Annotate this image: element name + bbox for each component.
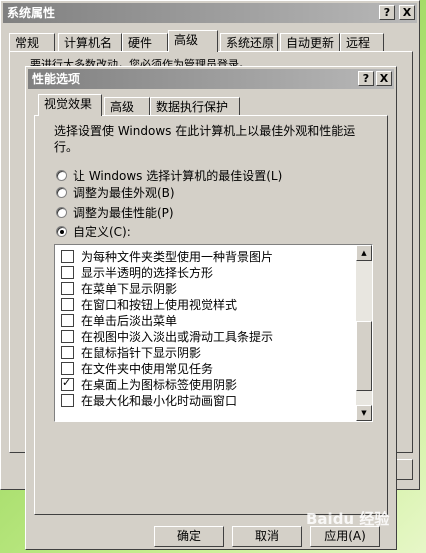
tab-general[interactable]: 常规 bbox=[9, 33, 55, 52]
apply-button[interactable]: 应用(A) bbox=[310, 526, 380, 547]
radio-custom[interactable]: 自定义(C): bbox=[56, 223, 131, 239]
tab-perf-advanced[interactable]: 高级 bbox=[104, 97, 150, 116]
radio-label: 让 Windows 选择计算机的最佳设置(L) bbox=[73, 168, 283, 183]
scroll-thumb[interactable] bbox=[356, 321, 372, 391]
tab-hardware[interactable]: 硬件 bbox=[122, 33, 168, 52]
tab-computer-name[interactable]: 计算机名 bbox=[58, 33, 122, 52]
checkbox[interactable] bbox=[61, 297, 74, 311]
vertical-scrollbar[interactable]: ▲ ▼ bbox=[356, 245, 372, 421]
checkbox[interactable]: ✓ bbox=[61, 376, 74, 391]
checkbox[interactable] bbox=[61, 345, 74, 359]
list-item[interactable]: 为每种文件夹类型使用一种背景图片 bbox=[61, 248, 273, 264]
ok-button[interactable]: 确定 bbox=[154, 526, 224, 547]
radio-button bbox=[56, 169, 67, 181]
tab-visual-effects[interactable]: 视觉效果 bbox=[38, 94, 102, 116]
visual-effects-list[interactable]: 为每种文件夹类型使用一种背景图片 显示半透明的选择长方形 在菜单下显示阴影 在窗… bbox=[54, 244, 373, 422]
checkbox[interactable] bbox=[61, 393, 74, 407]
checkbox[interactable] bbox=[61, 361, 74, 375]
radio-label: 调整为最佳外观(B) bbox=[73, 185, 175, 200]
tab-dep[interactable]: 数据执行保护 bbox=[150, 97, 240, 116]
cancel-button[interactable]: 取消 bbox=[232, 526, 302, 547]
radio-best-appearance[interactable]: 调整为最佳外观(B) bbox=[56, 184, 175, 200]
tab-advanced[interactable]: 高级 bbox=[168, 30, 218, 52]
tab-auto-update[interactable]: 自动更新 bbox=[280, 33, 340, 52]
list-item[interactable]: 在最大化和最小化时动画窗口 bbox=[61, 392, 237, 408]
description: 选择设置使 Windows 在此计算机上以最佳外观和性能运行。 bbox=[54, 124, 356, 154]
scroll-down-button[interactable]: ▼ bbox=[356, 405, 372, 421]
list-item[interactable]: 显示半透明的选择长方形 bbox=[61, 264, 213, 280]
radio-button bbox=[56, 225, 67, 237]
scroll-up-button[interactable]: ▲ bbox=[356, 245, 372, 261]
tab-remote[interactable]: 远程 bbox=[340, 33, 384, 52]
list-item[interactable]: ✓ 在桌面上为图标标签使用阴影 bbox=[61, 376, 237, 392]
checkbox[interactable] bbox=[61, 281, 74, 295]
checkbox[interactable] bbox=[61, 329, 74, 343]
list-item[interactable]: 在单击后淡出菜单 bbox=[61, 312, 177, 328]
help-button[interactable]: ? bbox=[358, 71, 374, 86]
system-properties-title: 系统属性 bbox=[7, 6, 56, 20]
system-properties-titlebar: 系统属性 bbox=[3, 3, 417, 23]
checkbox[interactable] bbox=[61, 265, 74, 279]
radio-button bbox=[56, 186, 67, 198]
radio-button bbox=[56, 206, 67, 218]
help-button[interactable]: ? bbox=[379, 5, 395, 20]
checkbox[interactable] bbox=[61, 313, 74, 327]
performance-options-titlebar: 性能选项 bbox=[28, 69, 394, 89]
radio-label: 自定义(C): bbox=[73, 224, 131, 239]
radio-let-windows-choose[interactable]: 让 Windows 选择计算机的最佳设置(L) bbox=[56, 167, 282, 183]
watermark: Baidu 经验 bbox=[306, 510, 390, 528]
list-item[interactable]: 在菜单下显示阴影 bbox=[61, 280, 177, 296]
radio-best-performance[interactable]: 调整为最佳性能(P) bbox=[56, 204, 174, 220]
list-item[interactable]: 在鼠标指针下显示阴影 bbox=[61, 344, 201, 360]
checkbox[interactable] bbox=[61, 249, 74, 263]
tab-system-restore[interactable]: 系统还原 bbox=[220, 33, 278, 52]
list-item[interactable]: 在窗口和按钮上使用视觉样式 bbox=[61, 296, 237, 312]
list-item[interactable]: 在视图中淡入淡出或滑动工具条提示 bbox=[61, 328, 273, 344]
radio-label: 调整为最佳性能(P) bbox=[73, 205, 174, 220]
close-button[interactable]: X bbox=[376, 71, 392, 86]
list-item[interactable]: 在文件夹中使用常见任务 bbox=[61, 360, 213, 376]
close-button[interactable]: X bbox=[399, 5, 415, 20]
performance-options-title: 性能选项 bbox=[32, 72, 81, 86]
